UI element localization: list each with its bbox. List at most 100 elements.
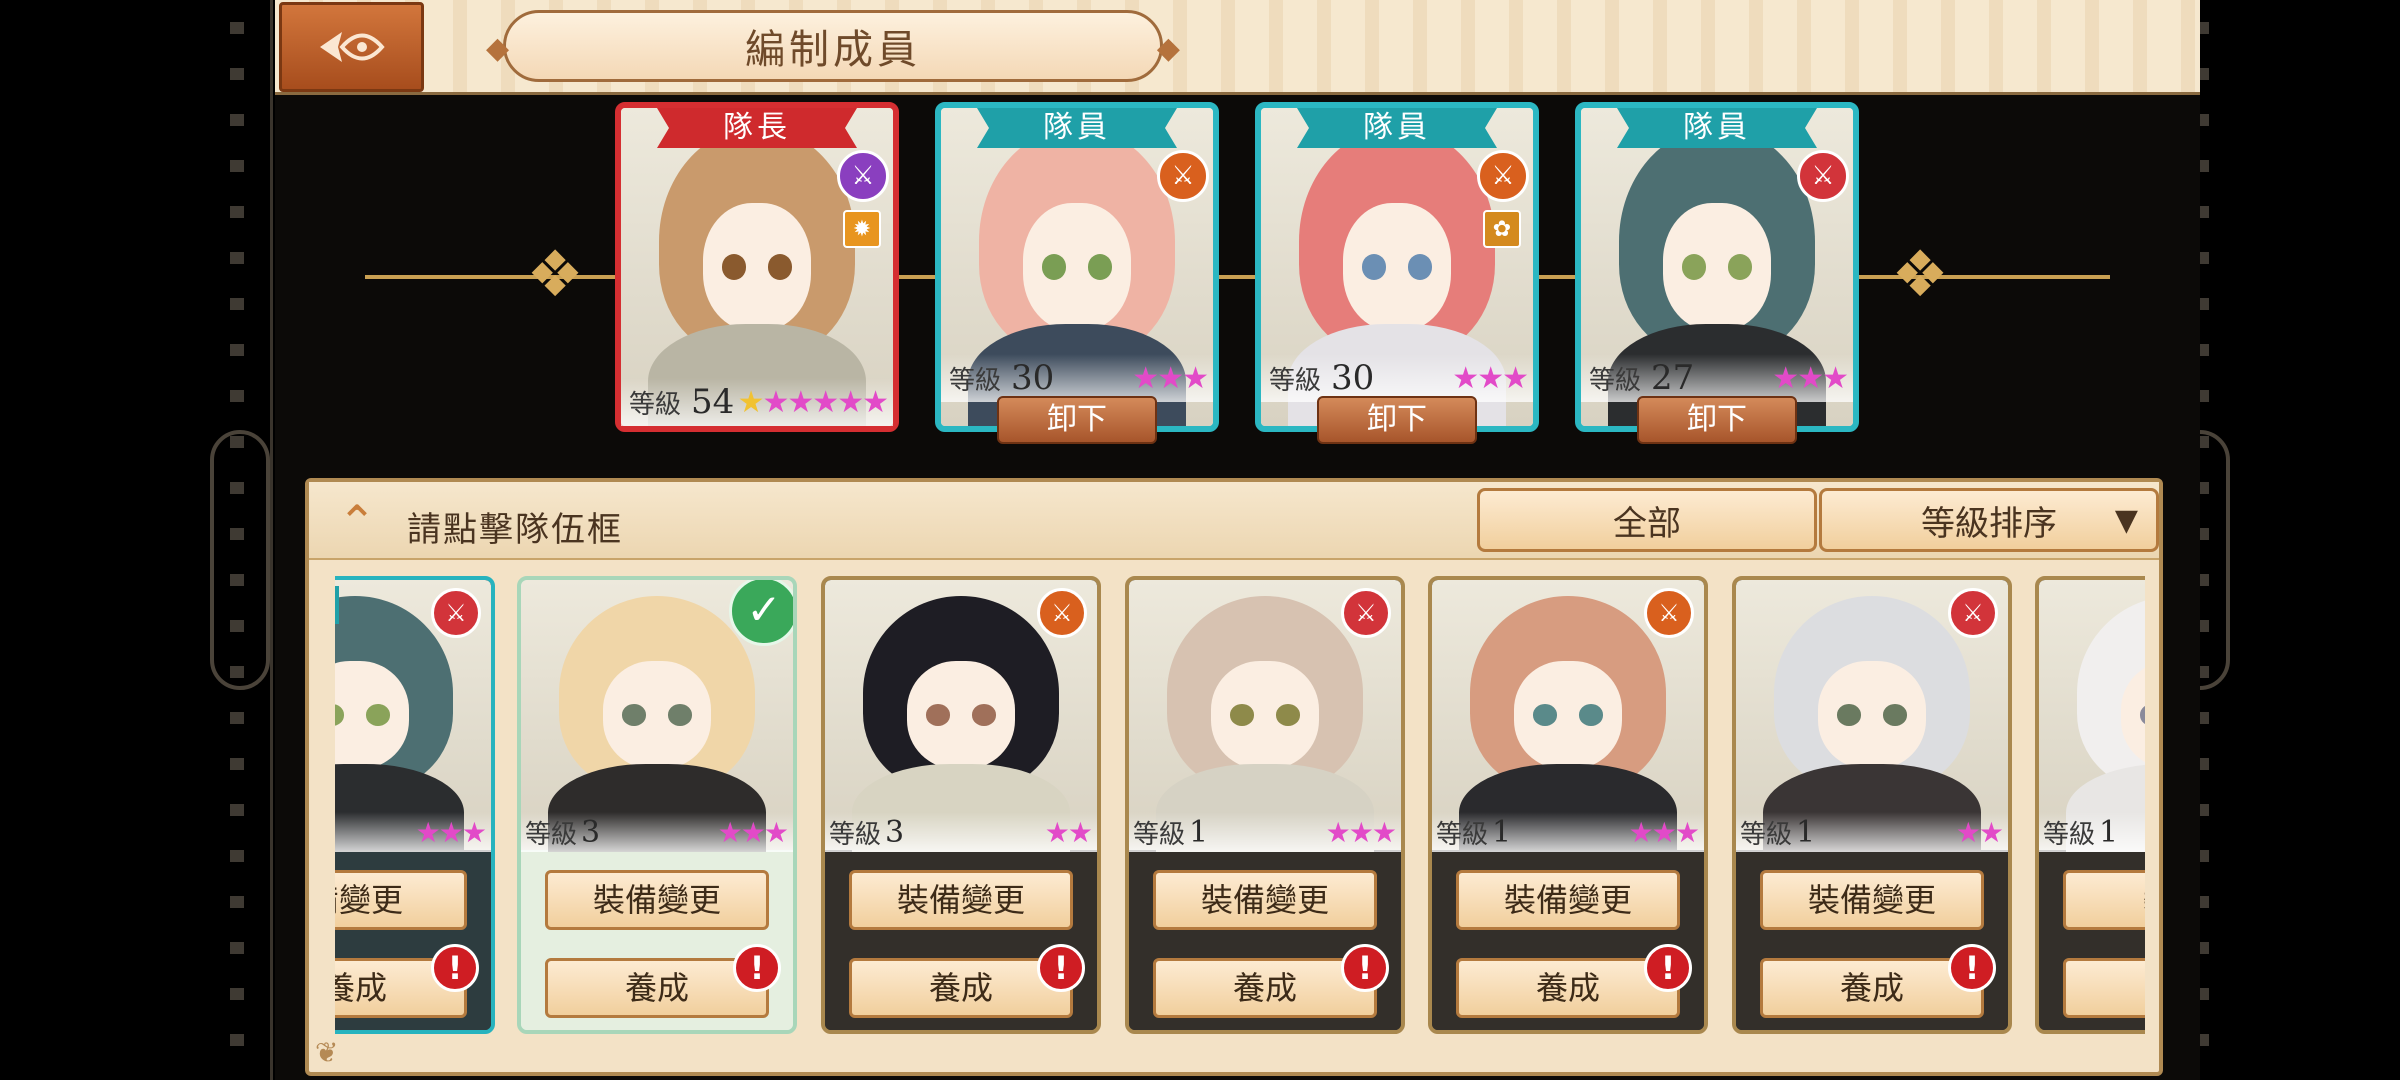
equipment-change-button[interactable]: 裝備變更 [1760, 870, 1984, 930]
star-icon: ★ [1797, 360, 1824, 396]
portrait-eye [621, 704, 647, 726]
portrait-face [906, 661, 1016, 769]
portrait-face [1662, 203, 1772, 331]
star-icon: ★ [1348, 815, 1374, 849]
weapon-type-icon: ⚔ [1157, 150, 1209, 202]
role-banner: 隊員 [1297, 108, 1497, 148]
level-value: 30 [1011, 358, 1055, 398]
level-value: 27 [1651, 358, 1695, 398]
rarity-stars: ★★★ [1772, 360, 1849, 396]
equipment-change-button[interactable]: 裝備變更 [1456, 870, 1680, 930]
portrait-eye [767, 254, 793, 280]
portrait-eye [971, 704, 997, 726]
equipment-change-button[interactable]: 裝備變更 [545, 870, 769, 930]
star-icon: ★ [1371, 815, 1397, 849]
portrait-face [1210, 661, 1320, 769]
sort-label: 等級排序 [1921, 503, 2057, 544]
roster-character-card[interactable]: 等級1 裝備養 [2035, 576, 2145, 1034]
corner-ornament-icon: ❦ [315, 1036, 339, 1069]
checkmark-icon: ✓ [729, 580, 793, 646]
weapon-type-icon: ⚔ [837, 150, 889, 202]
triangle-down-icon: ▼ [2114, 502, 2138, 538]
equipment-change-button[interactable]: 裝備變更 [849, 870, 1073, 930]
star-icon: ★ [862, 384, 889, 420]
chain-ornament-right-icon: ❖ [1891, 238, 1949, 312]
star-icon: ★ [1067, 815, 1093, 849]
rarity-stars: ★★★ [1452, 360, 1529, 396]
level-row: 等級 1 ★★ [1736, 812, 2008, 852]
rarity-stars: ★★★ [1326, 815, 1397, 849]
star-icon: ★ [1978, 815, 2004, 849]
portrait-eye [1275, 704, 1301, 726]
level-row: 等級 54 ★★★★★★ [621, 378, 893, 426]
level-label: 等級 [629, 389, 682, 420]
portrait-eye [1882, 704, 1908, 726]
roster-character-card[interactable]: ✓ 等級 3 ★★★ 裝備變更 養成! [517, 576, 797, 1034]
level-label: 等級 [1269, 365, 1322, 396]
weapon-type-icon: ⚔ [1644, 588, 1694, 638]
level-label: 等級 [829, 819, 882, 850]
alert-icon: ! [733, 944, 781, 992]
weapon-type-icon: ⚔ [1948, 588, 1998, 638]
level-row: 等級 1 ★★★ [1129, 812, 1401, 852]
portrait-eye [1532, 704, 1558, 726]
roster-panel: ⌃ 請點擊隊伍框 全部 等級排序 ▼ 隊員⚔★★★備變更養成!✓等級3★★★裝備… [305, 478, 2163, 1076]
roster-character-card[interactable]: ⚔ 等級 1 ★★★ 裝備變更 養成! [1125, 576, 1405, 1034]
rarity-stars: ★★ [1956, 815, 2004, 849]
level-label: 等級 [1436, 819, 1489, 850]
roster-list[interactable]: 隊員⚔★★★備變更養成!✓等級3★★★裝備變更養成!⚔等級3★★裝備變更養成!⚔… [335, 564, 2145, 1039]
star-icon: ★ [717, 815, 743, 849]
roster-panel-header: ⌃ 請點擊隊伍框 全部 等級排序 ▼ [309, 482, 2159, 560]
sun-icon: ✹ [843, 210, 881, 248]
level-value: 54 [691, 382, 735, 422]
unload-button[interactable]: 卸下 [997, 396, 1157, 444]
rarity-stars: ★★★ [1629, 815, 1700, 849]
level-value: 1 [1492, 814, 1512, 850]
weapon-type-icon: ⚔ [431, 588, 481, 638]
team-slot-member[interactable]: 隊員 ⚔ ✿ 等級 30 ★★★ 卸下 [1255, 102, 1539, 444]
rarity-stars: ★★★ [717, 815, 789, 849]
roster-character-card[interactable]: ⚔ 等級 1 ★★★ 裝備變更 養成! [1428, 576, 1708, 1034]
portrait-eye [365, 704, 391, 726]
character-portrait [2039, 580, 2145, 872]
role-banner: 隊長 [657, 108, 857, 148]
weapon-type-icon: ⚔ [1037, 588, 1087, 638]
equipment-change-button[interactable]: 裝備 [2063, 870, 2145, 930]
portrait-face [1817, 661, 1927, 769]
level-label: 等級 [525, 819, 578, 850]
equipment-change-button[interactable]: 裝備變更 [1153, 870, 1377, 930]
team-slot-member[interactable]: 隊員 ⚔ 等級 30 ★★★ 卸下 [935, 102, 1219, 444]
star-icon: ★ [1822, 360, 1849, 396]
level-value: 30 [1331, 358, 1375, 398]
rarity-stars: ★★★ [1132, 361, 1209, 396]
roster-character-card[interactable]: 隊員⚔★★★備變更養成! [335, 576, 495, 1034]
star-icon: ★ [763, 815, 789, 849]
portrait-eye [1361, 254, 1387, 280]
team-slot-member[interactable]: 隊員 ⚔ 等級 27 ★★★ 卸下 [1575, 102, 1859, 444]
back-button[interactable] [279, 2, 424, 92]
roster-character-card[interactable]: ⚔ 等級 3 ★★ 裝備變更 養成! [821, 576, 1101, 1034]
equipment-change-button[interactable]: 備變更 [335, 870, 467, 930]
sort-by-level-dropdown[interactable]: 等級排序 ▼ [1819, 488, 2159, 552]
team-slot-leader[interactable]: 隊長 ⚔ ✹ 等級 54 ★★★★★★ [615, 102, 899, 432]
level-label: 等級 [1740, 819, 1793, 850]
portrait-face [602, 661, 712, 769]
role-banner: 隊員 [977, 108, 1177, 148]
portrait-face [702, 203, 812, 331]
roster-character-card[interactable]: ⚔ 等級 1 ★★ 裝備變更 養成! [1732, 576, 2012, 1034]
star-icon: ★ [1651, 815, 1677, 849]
star-icon: ★ [1452, 360, 1479, 396]
portrait-eye [1087, 254, 1113, 280]
star-icon: ★ [1044, 815, 1070, 849]
rarity-stars: ★★★★★★ [738, 384, 889, 420]
alert-icon: ! [1341, 944, 1389, 992]
unload-button[interactable]: 卸下 [1317, 396, 1477, 444]
portrait-eye [1578, 704, 1604, 726]
unload-button[interactable]: 卸下 [1637, 396, 1797, 444]
chevron-up-icon: ⌃ [337, 495, 377, 549]
level-value: 1 [1189, 814, 1209, 850]
filter-all-button[interactable]: 全部 [1477, 488, 1817, 552]
training-button[interactable]: 養 [2063, 958, 2145, 1018]
rarity-stars: ★★★ [416, 816, 487, 849]
alert-icon: ! [1644, 944, 1692, 992]
